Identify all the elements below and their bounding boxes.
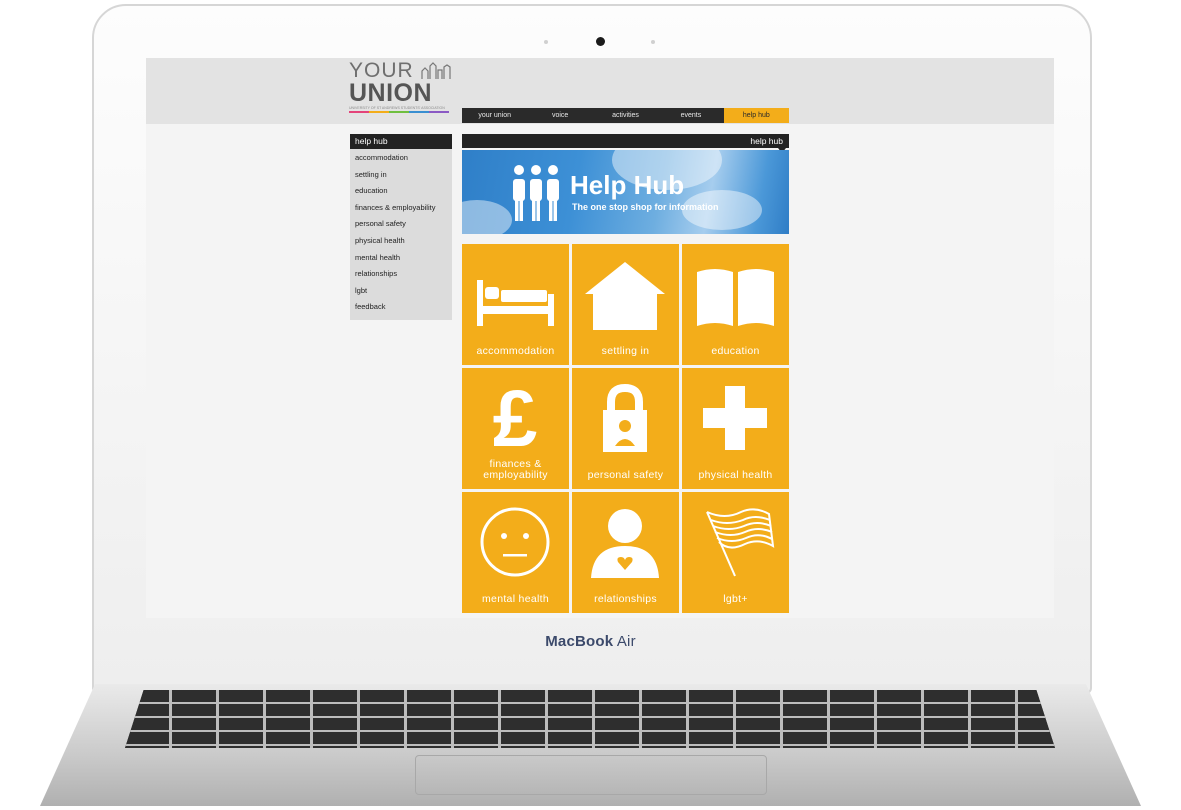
breadcrumb: help hub — [462, 134, 789, 148]
banner-title: Help Hub — [570, 170, 685, 200]
nav-help-hub[interactable]: help hub — [723, 108, 790, 123]
tile-lgbt[interactable]: lgbt+ — [682, 492, 789, 613]
sensor-dot — [544, 40, 548, 44]
tile-mental-health[interactable]: mental health — [462, 492, 569, 613]
tile-label: education — [711, 345, 760, 357]
book-icon — [697, 269, 774, 326]
logo-stripes — [349, 111, 449, 113]
sensor-dot — [651, 40, 655, 44]
device-brand-label: MacBook Air — [545, 633, 636, 650]
tile-personal-safety[interactable]: personal safety — [572, 368, 679, 489]
help-hub-banner: Help Hub The one stop shop for informati… — [462, 150, 789, 234]
flag-icon — [706, 508, 775, 577]
cross-icon — [703, 386, 767, 450]
main-nav: your union voice activities events help … — [462, 108, 790, 123]
tile-accommodation[interactable]: accommodation — [462, 244, 569, 365]
sidebar-item-personal-safety[interactable]: personal safety — [350, 216, 452, 233]
tile-label: relationships — [594, 593, 657, 605]
help-tiles-grid: accommodation settling in education £ fi… — [462, 244, 789, 618]
nav-activities[interactable]: activities — [593, 108, 658, 123]
sidebar-item-education[interactable]: education — [350, 183, 452, 200]
sidebar-item-lgbt[interactable]: lgbt — [350, 283, 452, 300]
banner-subtitle: The one stop shop for information — [572, 202, 719, 212]
nav-voice[interactable]: voice — [527, 108, 592, 123]
tile-label: settling in — [601, 345, 650, 357]
sidebar-item-mental-health[interactable]: mental health — [350, 250, 452, 267]
face-icon — [480, 507, 550, 577]
sidebar-item-settling-in[interactable]: settling in — [350, 167, 452, 184]
sidebar-item-relationships[interactable]: relationships — [350, 266, 452, 283]
tile-label: physical health — [698, 469, 773, 481]
tile-physical-health[interactable]: physical health — [682, 368, 789, 489]
logo-union-text: UNION — [349, 79, 433, 107]
skyline-icon — [421, 62, 451, 79]
tile-settling-in[interactable]: settling in — [572, 244, 679, 365]
bed-icon — [477, 280, 554, 326]
tile-label: lgbt+ — [723, 593, 748, 605]
sidebar-item-feedback[interactable]: feedback — [350, 299, 452, 316]
sidebar-item-finances[interactable]: finances & employability — [350, 200, 452, 217]
sidebar-item-physical-health[interactable]: physical health — [350, 233, 452, 250]
person-heart-icon — [591, 509, 659, 578]
nav-your-union[interactable]: your union — [462, 108, 527, 123]
tile-label: mental health — [482, 593, 549, 605]
sidebar-heading: help hub — [350, 134, 452, 149]
tile-finances[interactable]: £ finances & employability — [462, 368, 569, 489]
camera — [596, 37, 605, 46]
tile-education[interactable]: education — [682, 244, 789, 365]
sidebar-item-accommodation[interactable]: accommodation — [350, 150, 452, 167]
sidebar: help hub accommodation settling in educa… — [350, 134, 452, 320]
tile-relationships[interactable]: relationships — [572, 492, 679, 613]
trackpad — [415, 755, 767, 795]
people-icon — [513, 165, 559, 221]
site-logo[interactable]: YOUR UNION UNIVERSITY OF ST ANDREWS STUD… — [349, 60, 459, 120]
keyboard — [125, 690, 1055, 748]
pound-icon: £ — [493, 374, 538, 454]
sidebar-list: accommodation settling in education fina… — [350, 149, 452, 320]
padlock-icon — [603, 383, 647, 452]
nav-events[interactable]: events — [658, 108, 723, 123]
tile-label: personal safety — [587, 469, 664, 481]
svg-text:£: £ — [493, 374, 538, 454]
screen: YOUR UNION UNIVERSITY OF ST ANDREWS STUD… — [146, 58, 1054, 618]
tile-label: finances & employability — [483, 458, 548, 481]
tile-label: accommodation — [476, 345, 555, 357]
house-icon — [585, 262, 665, 330]
